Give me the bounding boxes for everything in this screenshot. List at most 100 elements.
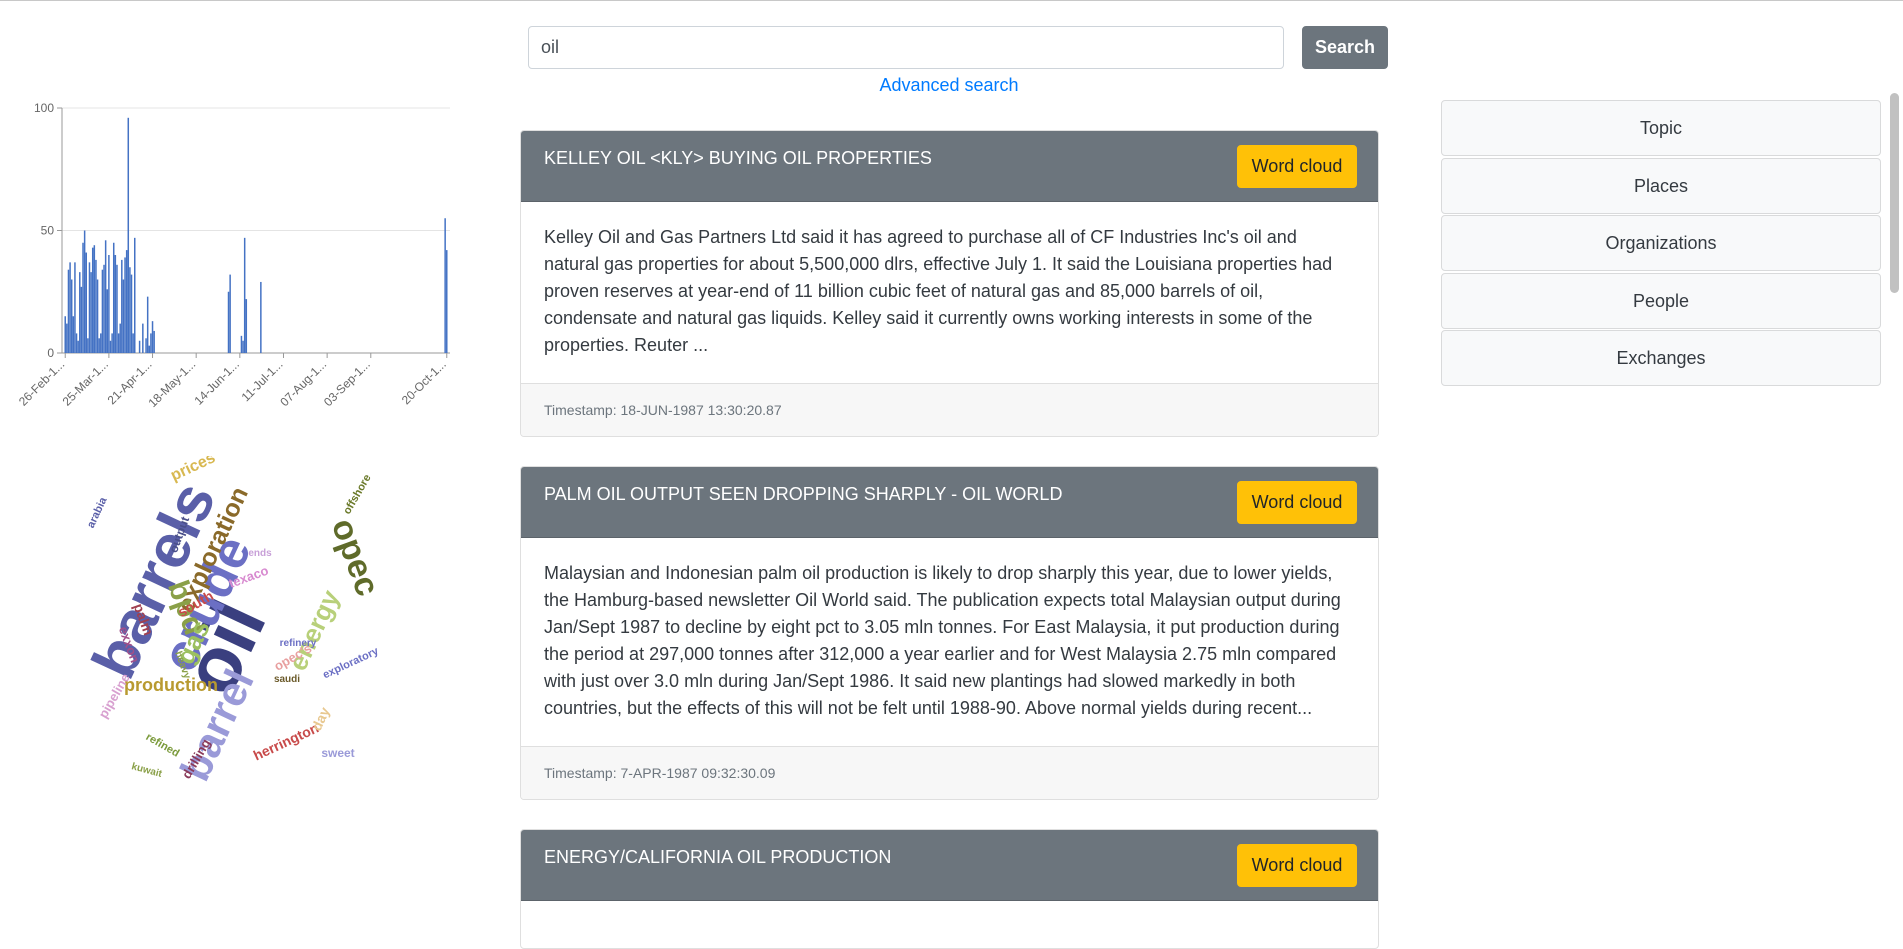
chart-bar[interactable]: [142, 323, 144, 353]
chart-bar[interactable]: [227, 291, 230, 353]
chart-bar[interactable]: [95, 259, 97, 353]
chart-bar[interactable]: [85, 252, 88, 353]
chart-bar[interactable]: [229, 274, 231, 353]
chart-bar[interactable]: [116, 264, 118, 353]
chart-bar[interactable]: [122, 279, 125, 354]
advanced-search-link[interactable]: Advanced search: [528, 75, 1370, 96]
chart-bar[interactable]: [74, 262, 76, 353]
chart-bar[interactable]: [112, 242, 115, 353]
chart-bar[interactable]: [72, 316, 75, 353]
chart-bar[interactable]: [96, 279, 99, 354]
x-tick-label: 26-Feb-1...: [16, 357, 67, 408]
facet-topic[interactable]: Topic: [1441, 100, 1881, 156]
facet-exchanges[interactable]: Exchanges: [1441, 330, 1881, 386]
chart-bar[interactable]: [132, 333, 134, 353]
result-title[interactable]: ENERGY/CALIFORNIA OIL PRODUCTION: [544, 847, 1208, 868]
chart-bar[interactable]: [103, 264, 105, 353]
chart-bar[interactable]: [91, 247, 94, 353]
chart-bar[interactable]: [67, 269, 70, 353]
chart-bar[interactable]: [111, 333, 113, 353]
word-cloud-term: offshore: [341, 472, 373, 516]
chart-bar[interactable]: [444, 218, 446, 353]
word-cloud-term: sweet: [321, 746, 354, 760]
chart-bar[interactable]: [98, 338, 100, 353]
y-tick-label: 50: [41, 224, 55, 238]
search-button[interactable]: Search: [1302, 26, 1388, 69]
result-card-header: ENERGY/CALIFORNIA OIL PRODUCTION Word cl…: [521, 830, 1378, 901]
chart-bar[interactable]: [64, 316, 66, 353]
timeline-chart: 05010026-Feb-1...25-Mar-1...21-Apr-1...1…: [16, 101, 450, 410]
chart-bar[interactable]: [129, 267, 131, 353]
chart-bar[interactable]: [245, 299, 248, 353]
x-tick-label: 14-Jun-1...: [191, 357, 241, 407]
chart-bar[interactable]: [101, 269, 104, 353]
word-cloud-term: kuwait: [130, 761, 164, 780]
x-tick-label: 03-Sep-1...: [321, 357, 373, 409]
chart-bar[interactable]: [134, 237, 136, 353]
chart-bar[interactable]: [146, 296, 149, 353]
chart-bar[interactable]: [75, 333, 78, 353]
word-cloud-term: prices: [168, 456, 218, 485]
chart-bar[interactable]: [121, 259, 123, 353]
word-cloud-term: saudi: [274, 674, 300, 685]
chart-bar[interactable]: [83, 230, 86, 354]
chart-bar[interactable]: [90, 272, 92, 353]
result-snippet: Malaysian and Indonesian palm oil produc…: [544, 563, 1341, 718]
result-card-header: KELLEY OIL <KLY> BUYING OIL PROPERTIES W…: [521, 131, 1378, 202]
chart-bar[interactable]: [150, 333, 152, 353]
facet-places[interactable]: Places: [1441, 158, 1881, 214]
chart-bar[interactable]: [260, 281, 262, 353]
word-cloud-term: refined: [144, 731, 182, 760]
word-cloud-term: refinery: [280, 638, 317, 649]
chart-bar[interactable]: [119, 323, 121, 353]
chart-bar[interactable]: [114, 255, 117, 353]
word-cloud-button[interactable]: Word cloud: [1237, 844, 1357, 887]
word-cloud-button[interactable]: Word cloud: [1237, 481, 1357, 524]
search-input[interactable]: [528, 26, 1284, 69]
chart-bar[interactable]: [145, 338, 147, 353]
chart-bar[interactable]: [240, 335, 243, 353]
chart-bar[interactable]: [77, 340, 79, 353]
chart-bar[interactable]: [79, 272, 81, 353]
chart-bar[interactable]: [69, 262, 71, 353]
chart-bar[interactable]: [130, 274, 133, 353]
word-cloud-term: day: [308, 704, 333, 733]
chart-bar[interactable]: [66, 323, 68, 353]
chart-bar[interactable]: [87, 338, 89, 353]
chart-bar[interactable]: [106, 289, 109, 353]
word-cloud-button[interactable]: Word cloud: [1237, 145, 1357, 188]
chart-bar[interactable]: [153, 330, 155, 353]
chart-bar[interactable]: [108, 255, 110, 353]
chart-bar[interactable]: [80, 286, 83, 353]
chart-bar[interactable]: [148, 345, 151, 353]
chart-bar[interactable]: [82, 242, 84, 353]
chart-bar[interactable]: [104, 240, 107, 353]
chart-bar[interactable]: [151, 321, 154, 353]
result-card-header: PALM OIL OUTPUT SEEN DROPPING SHARPLY - …: [521, 467, 1378, 538]
chart-bar[interactable]: [93, 245, 96, 353]
scrollbar-thumb[interactable]: [1890, 93, 1899, 293]
chart-bar[interactable]: [124, 257, 126, 353]
word-cloud: oilbarrelscrude opecexplorationbarrelbpd e…: [79, 456, 386, 788]
result-snippet: Kelley Oil and Gas Partners Ltd said it …: [544, 227, 1333, 355]
chart-bar[interactable]: [127, 117, 130, 353]
result-title[interactable]: PALM OIL OUTPUT SEEN DROPPING SHARPLY - …: [544, 484, 1208, 505]
chart-bar[interactable]: [138, 340, 141, 353]
chart-bar[interactable]: [446, 250, 448, 353]
word-cloud-term: pipeline: [95, 671, 133, 721]
chart-bar[interactable]: [125, 250, 128, 353]
facet-people[interactable]: People: [1441, 273, 1881, 329]
chart-bar[interactable]: [109, 340, 112, 353]
x-tick-label: 20-Oct-1...: [399, 357, 449, 407]
result-title[interactable]: KELLEY OIL <KLY> BUYING OIL PROPERTIES: [544, 148, 1208, 169]
x-tick-label: 07-Aug-1...: [277, 357, 329, 409]
x-tick-label: 25-Mar-1...: [60, 357, 111, 408]
chart-bar[interactable]: [117, 333, 120, 353]
facet-organizations[interactable]: Organizations: [1441, 215, 1881, 271]
page-scrollbar[interactable]: [1886, 1, 1903, 913]
chart-bar[interactable]: [243, 237, 246, 353]
chart-bar[interactable]: [242, 340, 244, 353]
chart-bar[interactable]: [70, 279, 73, 354]
chart-bar[interactable]: [88, 262, 91, 353]
chart-bar[interactable]: [100, 333, 102, 353]
